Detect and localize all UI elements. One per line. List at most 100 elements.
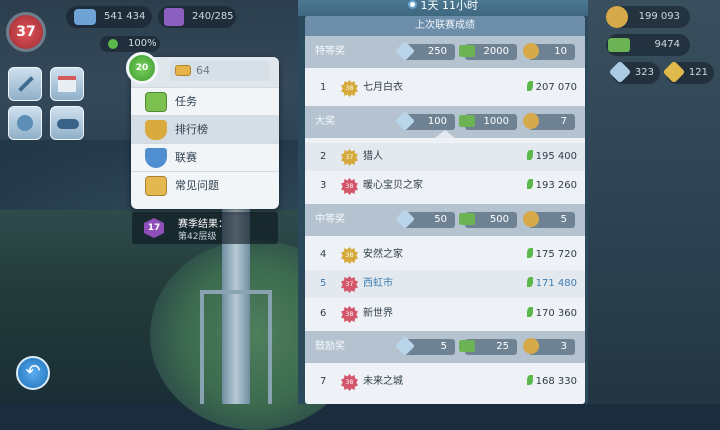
table-row[interactable]: 4 38 安然之家 175 720 <box>305 241 585 269</box>
cash-icon <box>459 340 475 352</box>
leaf-icon <box>526 248 533 258</box>
score: 168 330 <box>526 368 577 396</box>
cash-icon <box>459 213 475 225</box>
key-reward-value: 100 <box>427 116 447 127</box>
coin-reward: 5 <box>523 211 575 228</box>
cash-reward-value: 1000 <box>483 116 509 127</box>
gamepad-icon <box>57 119 79 129</box>
player-level-badge: 38 <box>341 80 358 97</box>
score: 193 260 <box>526 172 577 200</box>
storage-icon <box>164 8 184 26</box>
keys-a-bar[interactable]: 323 <box>608 60 660 84</box>
player-level-badge: 38 <box>341 178 358 195</box>
gold-coin-counter: 64 <box>170 61 270 81</box>
key-reward-value: 50 <box>434 214 447 225</box>
player-name: 未来之城 <box>363 376 403 387</box>
player-name: 猎人 <box>363 151 383 162</box>
simcash-bar[interactable]: 9474 <box>606 34 690 56</box>
coin-icon <box>523 113 539 129</box>
rank: 2 <box>320 151 327 162</box>
menu-item-leaderboard[interactable]: 排行榜 <box>131 115 279 143</box>
table-row[interactable]: 7 38 未来之城 168 330 <box>305 368 585 396</box>
tier-label: 鼓励奖 <box>315 341 345 352</box>
player-level: 37 <box>345 154 354 161</box>
season-result-subtitle: 第42层级 <box>178 232 217 242</box>
coin-reward: 10 <box>523 43 575 60</box>
rank: 3 <box>320 180 327 191</box>
table-row[interactable]: 3 38 暖心宝贝之家 193 260 <box>305 172 585 200</box>
happiness-icon <box>108 39 118 49</box>
tier-label: 特等奖 <box>315 46 345 57</box>
menu-item-league[interactable]: 联赛 <box>131 143 279 171</box>
league-timer-value: 1天 11小时 <box>420 0 479 12</box>
player-level-badge: 37 <box>341 276 358 293</box>
cash-icon <box>459 115 475 127</box>
season-result[interactable]: 17 赛季结果： 第42层级 <box>132 212 278 244</box>
key-icon <box>395 336 415 356</box>
city-level-badge: 20 <box>126 52 158 84</box>
simoleon-icon <box>606 6 628 28</box>
cash-reward: 25 <box>459 339 517 355</box>
rank: 4 <box>320 249 327 260</box>
key-icon <box>395 111 415 131</box>
key-icon <box>395 209 415 229</box>
season-tier-value: 17 <box>147 223 161 233</box>
back-arrow-icon: ↶ <box>25 361 41 382</box>
score: 170 360 <box>526 300 577 328</box>
player-level: 38 <box>345 252 354 259</box>
tier-label: 中等奖 <box>315 214 345 225</box>
coin-reward-value: 10 <box>554 46 567 57</box>
player-level-orb[interactable]: 37 <box>6 12 46 52</box>
coin-icon <box>523 211 539 227</box>
storage-bar[interactable]: 240/285 <box>158 6 236 28</box>
tier-header: 中等奖 50 500 5 <box>305 204 585 236</box>
rank: 1 <box>320 82 327 93</box>
player-level: 37 <box>345 281 354 288</box>
menu-item-label: 排行榜 <box>175 123 208 136</box>
leaf-icon <box>526 375 533 385</box>
coin-reward-value: 7 <box>560 116 567 127</box>
table-row[interactable]: 6 38 新世界 170 360 <box>305 300 585 328</box>
table-row-current-player[interactable]: 5 37 西虹市 171 480 <box>305 270 585 298</box>
storage-value: 240/285 <box>192 11 234 22</box>
menu-item-faq[interactable]: 常见问题 <box>131 171 279 201</box>
trophy-icon <box>145 120 167 140</box>
season-tier-badge: 17 <box>144 218 164 238</box>
tower-base <box>200 290 272 404</box>
league-results-board[interactable]: 上次联赛成绩 特等奖 2 50 2000 10 1 38 七月白衣 207 070… <box>305 16 585 404</box>
score-value: 168 330 <box>535 376 577 387</box>
cash-icon <box>459 45 475 57</box>
player-level: 38 <box>345 183 354 190</box>
score: 207 070 <box>526 74 577 102</box>
leaf-icon <box>526 277 533 287</box>
board-title: 上次联赛成绩 <box>305 16 585 36</box>
player-name: 暖心宝贝之家 <box>363 180 423 191</box>
build-tools-button[interactable] <box>8 67 42 101</box>
happiness-bar: 100% <box>100 36 160 52</box>
calendar-icon <box>58 76 76 92</box>
player-level: 38 <box>345 379 354 386</box>
key-reward: 50 <box>395 209 455 229</box>
population-value: 541 434 <box>104 11 146 22</box>
calendar-button[interactable] <box>50 67 84 101</box>
keys-b-value: 121 <box>688 67 708 78</box>
faq-book-icon <box>145 176 167 196</box>
game-button[interactable] <box>50 106 84 140</box>
table-row[interactable]: 2 37 猎人 195 400 <box>305 143 585 171</box>
wrench-icon <box>18 76 34 92</box>
simoleons-bar[interactable]: 199 093 <box>606 6 690 28</box>
social-button[interactable] <box>8 106 42 140</box>
leaf-icon <box>526 150 533 160</box>
keys-a-value: 323 <box>634 67 654 78</box>
table-row[interactable]: 1 38 七月白衣 207 070 <box>305 74 585 102</box>
cash-reward-value: 2000 <box>483 46 509 57</box>
keys-b-bar[interactable]: 121 <box>662 60 714 84</box>
back-button[interactable]: ↶ <box>16 356 50 390</box>
league-shield-icon <box>145 148 167 168</box>
tier-pointer <box>435 130 455 138</box>
rank: 7 <box>320 376 327 387</box>
task-book-icon <box>145 92 167 112</box>
menu-item-tasks[interactable]: 任务 <box>131 87 279 115</box>
key-reward-value: 5 <box>440 341 447 352</box>
player-level: 38 <box>345 85 354 92</box>
